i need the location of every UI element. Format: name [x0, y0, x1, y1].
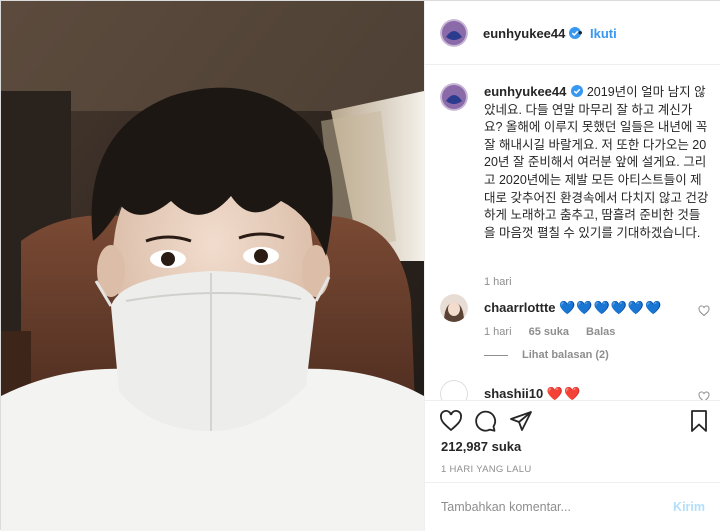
comment-like-icon[interactable]	[698, 391, 710, 400]
commenter-username[interactable]: chaarrlottte	[484, 300, 556, 315]
post-details-panel: eunhyukee44 • Ikuti eunhyukee44 2019년이 얼…	[424, 1, 720, 531]
author-username[interactable]: eunhyukee44	[483, 26, 565, 41]
post-date[interactable]: 1 HARI YANG LALU	[441, 464, 532, 475]
post-actions: 212,987 suka 1 HARI YANG LALU	[425, 400, 720, 490]
comment-item: chaarrlottte 💙💙💙💙💙💙 1 hari 65 suka Balas…	[440, 294, 710, 361]
commenter-username[interactable]: shashii10	[484, 386, 543, 400]
likes-count[interactable]: 212,987 suka	[441, 439, 521, 454]
paper-plane-icon[interactable]	[509, 409, 533, 433]
comment-item: shashii10 ❤️❤️	[440, 380, 710, 400]
bookmark-icon[interactable]	[687, 409, 711, 433]
comment-text: ❤️❤️	[546, 386, 582, 400]
comment-icon[interactable]	[473, 409, 497, 433]
comment-meta: 1 hari 65 suka Balas	[484, 326, 629, 338]
commenter-avatar[interactable]	[440, 380, 468, 400]
post-caption: eunhyukee44 2019년이 얼마 남지 않았네요. 다들 연말 마무리…	[440, 83, 710, 242]
caption-avatar[interactable]	[440, 83, 468, 111]
caption-text: 2019년이 얼마 남지 않았네요. 다들 연말 마무리 잘 하고 계신가요? …	[484, 85, 709, 240]
post-modal: eunhyukee44 • Ikuti eunhyukee44 2019년이 얼…	[0, 0, 720, 531]
caption-username[interactable]: eunhyukee44	[484, 84, 566, 99]
follow-button[interactable]: Ikuti	[590, 26, 617, 41]
replies-divider	[484, 354, 508, 356]
post-header: eunhyukee44 • Ikuti	[425, 1, 720, 65]
post-photo[interactable]	[1, 1, 424, 531]
reply-button[interactable]: Balas	[586, 326, 615, 338]
separator-dot: •	[578, 25, 583, 40]
comment-like-icon[interactable]	[698, 305, 710, 317]
selfie-image	[1, 1, 424, 531]
heart-icon[interactable]	[439, 409, 463, 433]
caption-time[interactable]: 1 hari	[484, 276, 512, 288]
comment-text: 💙💙💙💙💙💙	[559, 300, 663, 315]
view-replies-button[interactable]: Lihat balasan (2)	[484, 349, 609, 361]
verified-badge-icon	[571, 85, 584, 97]
view-replies-label: Lihat balasan (2)	[522, 349, 609, 361]
comments-scroll-area[interactable]: eunhyukee44 2019년이 얼마 남지 않았네요. 다들 연말 마무리…	[425, 65, 720, 400]
comment-likes[interactable]: 65 suka	[529, 326, 569, 338]
commenter-avatar[interactable]	[440, 294, 468, 322]
comment-input[interactable]	[441, 497, 656, 517]
author-avatar[interactable]	[440, 19, 468, 47]
comment-composer: Kirim	[425, 482, 720, 531]
comment-time[interactable]: 1 hari	[484, 326, 512, 338]
post-comment-button[interactable]: Kirim	[673, 500, 705, 514]
